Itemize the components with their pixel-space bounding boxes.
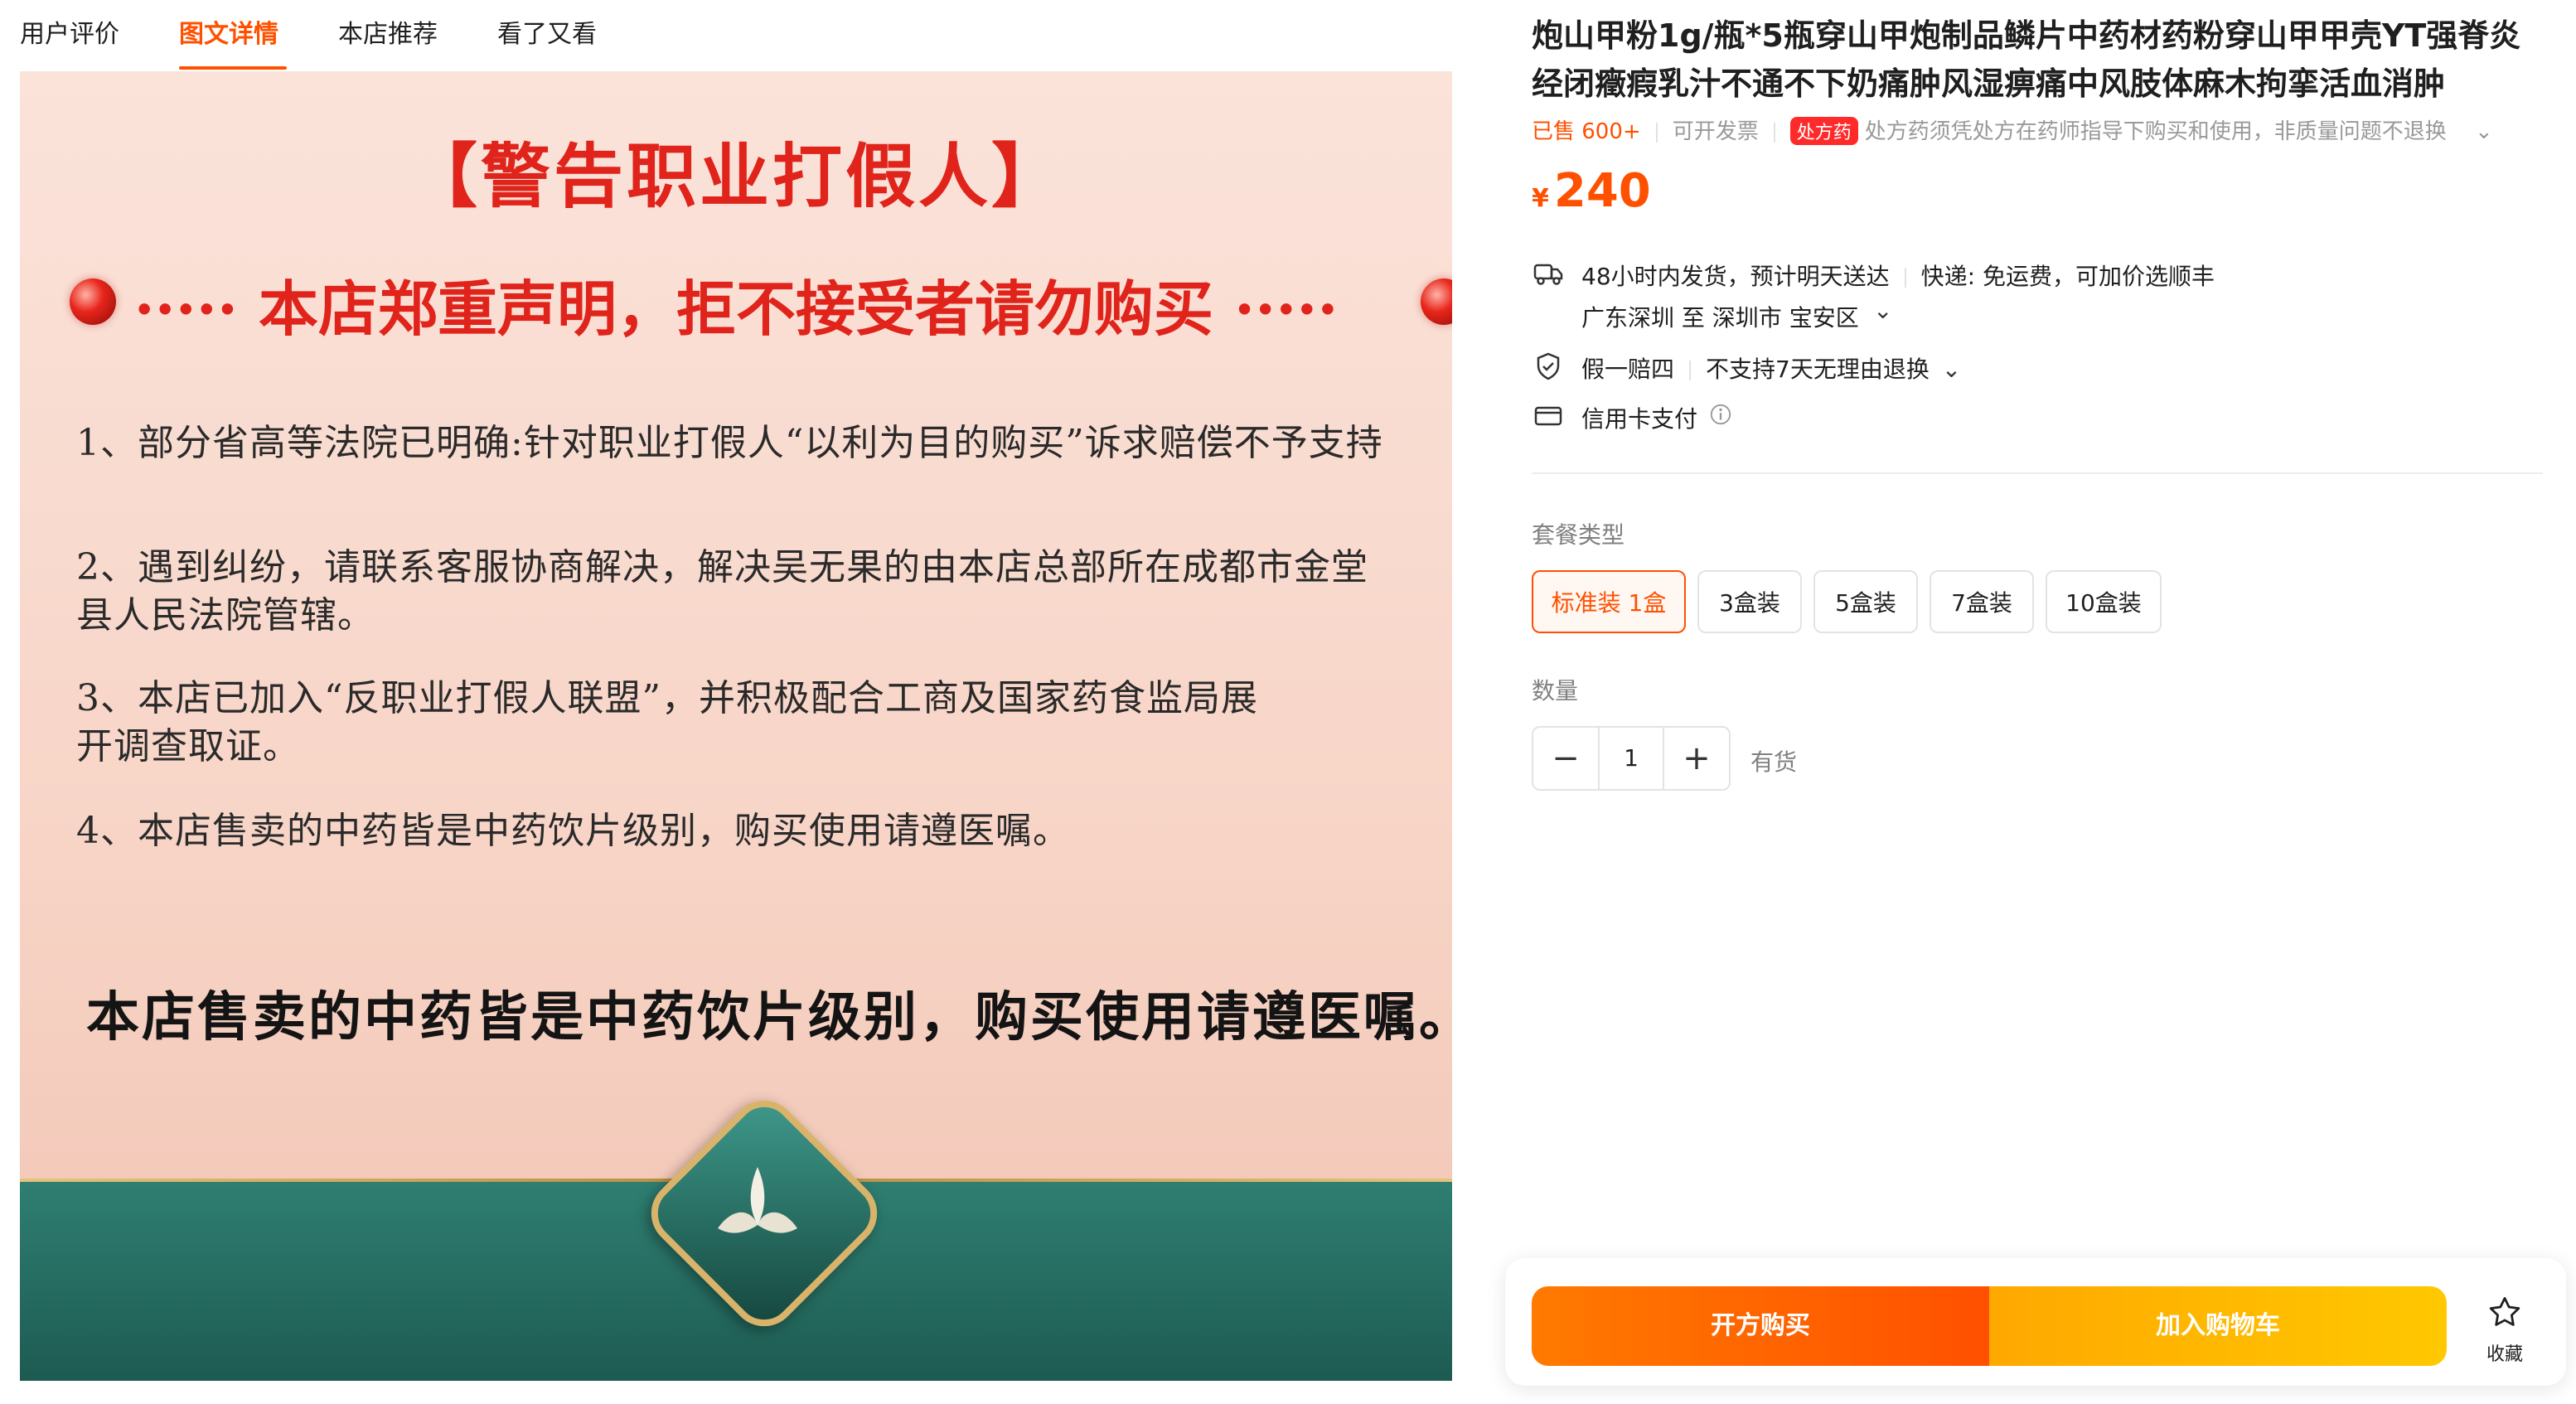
chevron-down-icon[interactable]: ⌄ xyxy=(1942,356,1961,383)
decrease-button[interactable]: − xyxy=(1533,728,1598,789)
rule-2: 2、遇到纠纷，请联系客服协商解决，解决吴无果的由本店总部所在成都市金堂 县人民法… xyxy=(76,546,1368,637)
delivery-time: 48小时内发货，预计明天送达 xyxy=(1581,263,1890,290)
option-standard-1[interactable]: 标准装 1盒 xyxy=(1532,570,1686,633)
declaration-text: ····· 本店郑重声明，拒不接受者请勿购买 ····· xyxy=(133,274,1339,344)
payment-text: 信用卡支付 xyxy=(1581,405,1698,433)
option-10-boxes[interactable]: 10盒装 xyxy=(2046,570,2162,633)
invoice-label: 可开发票 xyxy=(1672,119,1759,144)
separator xyxy=(1904,268,1906,288)
increase-button[interactable]: + xyxy=(1664,728,1729,789)
separator xyxy=(1773,122,1775,143)
detail-tabs: 用户评价 图文详情 本店推荐 看了又看 xyxy=(0,0,1459,70)
tab-also-viewed[interactable]: 看了又看 xyxy=(497,13,597,50)
shipping-text: 48小时内发货，预计明天送达 快递: 免运费，可加价选顺丰 xyxy=(1581,259,2215,292)
route-text: 广东深圳 至 深圳市 宝安区 xyxy=(1581,304,1859,332)
action-bar: 开方购买 加入购物车 收藏 xyxy=(1505,1258,2566,1386)
shield-hand-icon xyxy=(1537,352,1560,380)
product-title: 炮山甲粉1g/瓶*5瓶穿山甲炮制品鳞片中药材药粉穿山甲甲壳YT强脊炎经闭癥瘕乳汁… xyxy=(1532,17,2521,102)
tab-details[interactable]: 图文详情 xyxy=(179,13,278,50)
rx-note: 处方药须凭处方在药师指导下购买和使用，非质量问题不退换 xyxy=(1864,119,2447,144)
currency-symbol: ¥ xyxy=(1532,184,1549,213)
rule-3: 3、本店已加入“反职业打假人联盟”，并积极配合工商及国家药食监局展 开调查取证。 xyxy=(76,677,1258,767)
option-5-boxes[interactable]: 5盒装 xyxy=(1813,570,1918,633)
express-info: 快递: 免运费，可加价选顺丰 xyxy=(1920,263,2215,290)
chevron-down-icon[interactable]: ⌄ xyxy=(2475,119,2493,144)
chevron-down-icon[interactable]: ⌄ xyxy=(1873,297,1892,324)
fake-compensation: 假一赔四 xyxy=(1581,356,1675,383)
favorite-label: 收藏 xyxy=(2486,1344,2523,1365)
quantity-input[interactable]: 1 xyxy=(1598,728,1664,789)
active-tab-indicator xyxy=(179,66,287,70)
warning-title: 【警告职业打假人】 xyxy=(407,135,1064,217)
return-policy: 不支持7天无理由退换 xyxy=(1706,356,1930,383)
guarantee-text: 假一赔四 不支持7天无理由退换 ⌄ xyxy=(1581,351,1961,385)
declaration-row: ····· 本店郑重声明，拒不接受者请勿购买 ····· xyxy=(20,260,1452,351)
tab-shop-recommend[interactable]: 本店推荐 xyxy=(338,13,438,50)
product-detail-image: 【警告职业打假人】 ····· 本店郑重声明，拒不接受者请勿购买 ····· 1… xyxy=(20,71,1452,1381)
price-value: 240 xyxy=(1553,164,1651,218)
price: ¥240 xyxy=(1532,164,1651,218)
info-icon[interactable] xyxy=(1709,403,1732,426)
quantity-stepper: − 1 + xyxy=(1532,726,1731,791)
rule-1: 1、部分省高等法院已明确:针对职业打假人“以利为目的购买”诉求赔偿不予支持 xyxy=(76,422,1383,464)
truck-icon xyxy=(1533,264,1563,285)
separator xyxy=(1655,122,1658,143)
favorite-button[interactable]: 收藏 xyxy=(2472,1291,2538,1366)
rx-badge: 处方药 xyxy=(1789,117,1858,145)
add-to-cart-button[interactable]: 加入购物车 xyxy=(1989,1286,2447,1366)
options-label: 套餐类型 xyxy=(1532,521,1625,549)
section-divider xyxy=(1532,472,2543,474)
stock-status: 有货 xyxy=(1750,748,1798,776)
quantity-label: 数量 xyxy=(1532,677,1579,704)
option-7-boxes[interactable]: 7盒装 xyxy=(1930,570,2034,633)
tab-reviews[interactable]: 用户评价 xyxy=(20,13,119,50)
product-meta: 已售 600+ 可开发票 处方药 处方药须凭处方在药师指导下购买和使用，非质量问题不退… xyxy=(1532,114,2493,145)
sold-count: 已售 600+ xyxy=(1532,119,1641,144)
star-icon xyxy=(2489,1297,2520,1326)
rule-4: 4、本店售卖的中药皆是中药饮片级别，购买使用请遵医嘱。 xyxy=(76,810,1070,852)
credit-card-icon xyxy=(1534,406,1562,426)
option-3-boxes[interactable]: 3盒装 xyxy=(1697,570,1802,633)
lotus-emblem-icon xyxy=(718,1167,797,1233)
bottom-note: 本店售卖的中药皆是中药饮片级别，购买使用请遵医嘱。 xyxy=(86,986,1452,1048)
separator xyxy=(1689,361,1692,380)
prescription-buy-button[interactable]: 开方购买 xyxy=(1532,1286,1989,1366)
